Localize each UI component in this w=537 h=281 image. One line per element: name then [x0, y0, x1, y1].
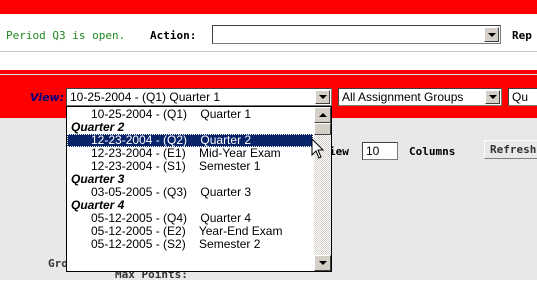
columns-label: Columns	[409, 145, 456, 158]
chevron-up-icon	[318, 113, 327, 117]
columns-input[interactable]: 10	[362, 142, 398, 160]
assignment-group-select[interactable]: All Assignment Groups	[338, 88, 502, 106]
third-select[interactable]: Qu	[508, 88, 537, 106]
scroll-up-button[interactable]	[314, 107, 331, 123]
view-select[interactable]: 10-25-2004 - (Q1) Quarter 1	[66, 88, 332, 106]
view-label: View:	[30, 91, 65, 104]
dropdown-options: 10-25-2004 - (Q1) Quarter 1 Quarter 2 12-2…	[67, 108, 313, 270]
refresh-button[interactable]: Refresh	[484, 140, 537, 159]
third-select-value: Qu	[512, 90, 529, 104]
view-dropdown-button[interactable]	[315, 90, 330, 104]
action-select-value	[213, 25, 219, 41]
rep-label: Rep	[512, 29, 532, 42]
action-label: Action:	[150, 29, 197, 42]
top-red-bar	[0, 0, 537, 14]
view-dropdown-list[interactable]: 10-25-2004 - (Q1) Quarter 1 Quarter 2 12-2…	[66, 106, 332, 272]
chevron-down-icon	[487, 32, 496, 37]
action-dropdown-button[interactable]	[484, 27, 499, 42]
scroll-thumb[interactable]	[314, 123, 331, 135]
group-dropdown-button[interactable]	[485, 90, 500, 104]
grade-partial-label: Gro	[48, 257, 68, 270]
action-select[interactable]	[212, 25, 501, 44]
chevron-down-icon	[318, 95, 327, 99]
chevron-down-icon	[488, 95, 497, 99]
period-status-text: Period Q3 is open.	[6, 29, 126, 42]
assignment-group-value: All Assignment Groups	[342, 90, 464, 104]
chevron-down-icon	[318, 261, 327, 265]
dropdown-scrollbar[interactable]	[314, 107, 331, 271]
columns-value: 10	[366, 144, 380, 158]
view-select-value: 10-25-2004 - (Q1) Quarter 1	[70, 90, 221, 104]
mouse-pointer-icon	[311, 138, 325, 159]
scroll-down-button[interactable]	[314, 255, 331, 271]
dropdown-option[interactable]: 05-12-2005 - (S2) Semester 2	[67, 238, 313, 251]
